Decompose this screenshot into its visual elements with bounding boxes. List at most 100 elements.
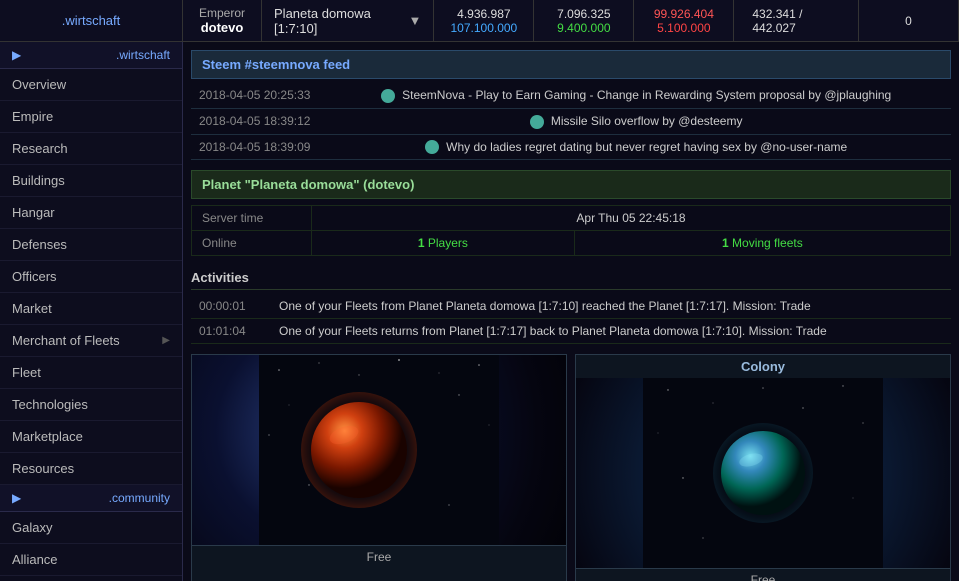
sidebar-item-empire-label: Empire xyxy=(12,109,53,124)
steem-icon-0 xyxy=(381,89,395,103)
players-label: Players xyxy=(428,236,468,250)
sidebar-item-hangar-label: Hangar xyxy=(12,205,55,220)
sidebar-item-technologies[interactable]: Technologies xyxy=(0,389,182,421)
stat-extra-top: 0 xyxy=(905,14,912,28)
sidebar-item-merchant[interactable]: Merchant of Fleets ▶ xyxy=(0,325,182,357)
player-name: dotevo xyxy=(201,20,244,35)
steem-feed-title: Steem #steemnova feed xyxy=(202,57,350,72)
steem-entry-2[interactable]: 2018-04-05 18:39:09 Why do ladies regret… xyxy=(191,134,951,160)
steem-msg-2: Why do ladies regret dating but never re… xyxy=(321,134,951,160)
steem-time-1: 2018-04-05 18:39:12 xyxy=(191,108,321,134)
sidebar-item-galaxy[interactable]: Galaxy xyxy=(0,512,182,544)
moving-fleets-count: 1 xyxy=(722,236,729,250)
sidebar-item-defenses[interactable]: Defenses xyxy=(0,229,182,261)
sidebar-item-forum[interactable]: Forum xyxy=(0,576,182,581)
sidebar-item-hangar[interactable]: Hangar xyxy=(0,197,182,229)
planet-img-colony xyxy=(576,378,950,568)
stat-metal-bottom: 107.100.000 xyxy=(451,21,518,35)
content-inner: Steem #steemnova feed 2018-04-05 20:25:3… xyxy=(183,42,959,581)
sidebar: ▶ .wirtschaft Overview Empire Research B… xyxy=(0,42,183,581)
stars-svg-colony xyxy=(576,378,950,568)
planet-card-colony[interactable]: Colony xyxy=(575,354,951,581)
stat-crystal: 7.096.325 9.400.000 xyxy=(534,0,634,41)
steem-icon-2 xyxy=(425,140,439,154)
sidebar-item-research[interactable]: Research xyxy=(0,133,182,165)
activities-header: Activities xyxy=(191,264,951,290)
activity-time-1: 01:01:04 xyxy=(191,319,271,344)
activities-table: 00:00:01 One of your Fleets from Planet … xyxy=(191,294,951,344)
content-area: Steem #steemnova feed 2018-04-05 20:25:3… xyxy=(183,42,959,581)
steem-entry-0[interactable]: 2018-04-05 20:25:33 SteemNova - Play to … xyxy=(191,83,951,108)
sidebar-item-marketplace-label: Marketplace xyxy=(12,429,83,444)
sidebar-section-wirtschaft[interactable]: ▶ .wirtschaft xyxy=(0,42,182,69)
logo-text: .wirtschaft xyxy=(62,13,121,28)
player-info: Emperor dotevo xyxy=(183,0,262,41)
stat-extra: 0 xyxy=(859,0,959,41)
sidebar-item-research-label: Research xyxy=(12,141,68,156)
stat-metal: 4.936.987 107.100.000 xyxy=(434,0,534,41)
stat-points: 432.341 / 442.027 xyxy=(734,0,859,41)
stat-deuterium-bottom: 5.100.000 xyxy=(657,21,710,35)
steem-entry-1[interactable]: 2018-04-05 18:39:12 Missile Silo overflo… xyxy=(191,108,951,134)
planet-card-main[interactable]: Free xyxy=(191,354,567,581)
sidebar-item-fleet[interactable]: Fleet xyxy=(0,357,182,389)
server-time-value: Apr Thu 05 22:45:18 xyxy=(312,206,951,231)
activities-title: Activities xyxy=(191,270,249,285)
sidebar-item-empire[interactable]: Empire xyxy=(0,101,182,133)
sidebar-section-wirtschaft-name: .wirtschaft xyxy=(116,48,170,62)
top-stats: Emperor dotevo Planeta domowa [1:7:10] ▼… xyxy=(183,0,959,41)
sidebar-item-defenses-label: Defenses xyxy=(12,237,67,252)
dropdown-arrow: ▼ xyxy=(408,13,421,28)
steem-time-0: 2018-04-05 20:25:33 xyxy=(191,83,321,108)
sidebar-item-alliance-label: Alliance xyxy=(12,552,58,567)
players-count: 1 xyxy=(418,236,425,250)
sidebar-item-resources[interactable]: Resources xyxy=(0,453,182,485)
sidebar-item-resources-label: Resources xyxy=(12,461,74,476)
server-time-label: Server time xyxy=(192,206,312,231)
sidebar-section-community-name: .community xyxy=(109,491,170,505)
sidebar-item-overview-label: Overview xyxy=(12,77,66,92)
sidebar-item-merchant-label: Merchant of Fleets xyxy=(12,333,120,348)
planet-info-table: Server time Apr Thu 05 22:45:18 Online 1… xyxy=(191,205,951,256)
planet-card-colony-title: Colony xyxy=(576,355,950,378)
activity-msg-1: One of your Fleets returns from Planet [… xyxy=(271,319,951,344)
online-label: Online xyxy=(192,231,312,256)
sidebar-section-community[interactable]: ▶ .community xyxy=(0,485,182,512)
planet-bg-main xyxy=(192,355,566,545)
sidebar-item-market-label: Market xyxy=(12,301,52,316)
moving-fleets-value: 1 Moving fleets xyxy=(574,231,950,256)
stat-crystal-top: 7.096.325 xyxy=(557,7,610,21)
sidebar-item-fleet-label: Fleet xyxy=(12,365,41,380)
planet-bg-colony xyxy=(576,378,950,568)
stat-deuterium-top: 99.926.404 xyxy=(654,7,714,21)
sidebar-item-alliance[interactable]: Alliance xyxy=(0,544,182,576)
sidebar-item-buildings[interactable]: Buildings xyxy=(0,165,182,197)
sidebar-item-overview[interactable]: Overview xyxy=(0,69,182,101)
planet-selector[interactable]: Planeta domowa [1:7:10] ▼ xyxy=(262,0,434,41)
planet-img-main xyxy=(192,355,566,545)
stat-metal-top: 4.936.987 xyxy=(457,7,510,21)
activity-row-1: 01:01:04 One of your Fleets returns from… xyxy=(191,319,951,344)
main-layout: ▶ .wirtschaft Overview Empire Research B… xyxy=(0,42,959,581)
players-value: 1 Players xyxy=(312,231,575,256)
stat-points-top: 432.341 / 442.027 xyxy=(752,7,840,35)
steem-feed-header: Steem #steemnova feed xyxy=(191,50,951,79)
stars-svg-main xyxy=(192,355,566,545)
activity-msg-0: One of your Fleets from Planet Planeta d… xyxy=(271,294,951,319)
sidebar-item-technologies-label: Technologies xyxy=(12,397,88,412)
sidebar-item-market[interactable]: Market xyxy=(0,293,182,325)
sidebar-item-officers[interactable]: Officers xyxy=(0,261,182,293)
sidebar-item-marketplace[interactable]: Marketplace xyxy=(0,421,182,453)
sidebar-item-buildings-label: Buildings xyxy=(12,173,65,188)
stat-crystal-bottom: 9.400.000 xyxy=(557,21,610,35)
logo: .wirtschaft xyxy=(0,0,183,41)
player-title: Emperor xyxy=(199,6,245,20)
planet-info-online-row: Online 1 Players 1 Moving fleets xyxy=(192,231,951,256)
steem-msg-0: SteemNova - Play to Earn Gaming - Change… xyxy=(321,83,951,108)
steem-time-2: 2018-04-05 18:39:09 xyxy=(191,134,321,160)
activity-time-0: 00:00:01 xyxy=(191,294,271,319)
planet-card-colony-label: Free xyxy=(576,568,950,581)
planet-card-main-label: Free xyxy=(192,545,566,568)
sidebar-item-officers-label: Officers xyxy=(12,269,57,284)
sidebar-item-galaxy-label: Galaxy xyxy=(12,520,52,535)
